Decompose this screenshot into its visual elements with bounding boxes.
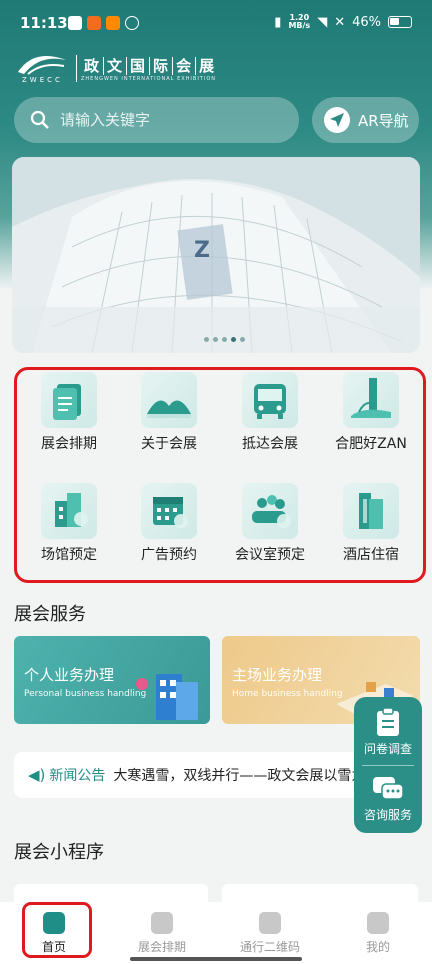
banner-venue-image: Z (12, 157, 420, 353)
search-input[interactable] (60, 111, 280, 129)
svg-text:Z: Z (194, 238, 210, 263)
logo-name-en: ZHENGWEN INTERNATIONAL EXHIBITION (81, 75, 216, 82)
ar-navigation-button[interactable]: AR导航 (312, 97, 419, 143)
venue-icon (141, 372, 197, 428)
taobao-icon (87, 16, 101, 30)
logo-mark-icon: ZWECC (14, 50, 72, 86)
quick-entry-label: 酒店住宿 (343, 547, 399, 563)
quick-entry-item[interactable]: 合肥好ZAN (321, 372, 421, 472)
consult-button[interactable]: 咨询服务 (354, 765, 422, 833)
quick-entry-item[interactable]: 场馆预定 (19, 483, 119, 583)
mini-program-card[interactable] (222, 884, 418, 904)
vibrate-icon: ▮ (274, 14, 282, 30)
quick-entry-item[interactable]: 会议室预定 (220, 483, 320, 583)
quick-entry-label: 广告预约 (141, 547, 197, 563)
quick-entry-label: 合肥好ZAN (335, 436, 407, 452)
quick-entry-item[interactable]: 广告预约 (119, 483, 219, 583)
qrcode-icon (259, 912, 281, 934)
wifi-icon: ◥ (317, 14, 328, 30)
status-bar: 11:13 ▮ 1.20 MB/s ◥ ✕ 46% (0, 0, 432, 48)
logo-name-cn: 政文国际会展 (81, 55, 218, 76)
quick-entry-item[interactable]: 展会排期 (19, 372, 119, 472)
building-icon (41, 483, 97, 539)
profile-icon (367, 912, 389, 934)
shop-icon (106, 16, 120, 30)
quick-entry-item[interactable]: 酒店住宿 (321, 483, 421, 583)
survey-button[interactable]: 问卷调查 (354, 697, 422, 765)
schedule-icon (41, 372, 97, 428)
app-notify-icon (68, 16, 82, 30)
quick-entry-label: 场馆预定 (41, 547, 97, 563)
status-right: ▮ 1.20 MB/s ◥ ✕ 46% (274, 14, 412, 30)
mini-program-card[interactable] (14, 884, 208, 904)
carousel-dot[interactable] (213, 337, 218, 342)
status-time: 11:13 (20, 14, 68, 32)
banner-carousel[interactable]: Z (12, 157, 420, 353)
tab-profile[interactable]: 我的 (324, 902, 432, 964)
ar-navigation-label: AR导航 (358, 111, 409, 130)
schedule-icon (151, 912, 173, 934)
loop-icon (125, 16, 139, 30)
battery-percent: 46% (352, 14, 381, 30)
personal-business-card[interactable]: 个人业务办理 Personal business handling (14, 636, 210, 724)
sim-icon: ✕ (334, 14, 346, 30)
survey-label: 问卷调查 (363, 742, 412, 756)
quick-entry-grid: 展会排期 关于会展 抵达会展 合肥好ZAN 场馆预定 广告预约 会议室预定 酒店住宿 (14, 367, 426, 583)
quick-entry-label: 会议室预定 (235, 547, 305, 563)
speaker-icon: ◀) (28, 766, 46, 784)
carousel-dot[interactable] (240, 337, 245, 342)
quick-entry-item[interactable]: 关于会展 (119, 372, 219, 472)
notice-label: 新闻公告 (49, 768, 106, 784)
notice-text: 大寒遇雪，双线并行——政文会展以雪为 (113, 768, 364, 784)
clipboard-icon (377, 707, 399, 736)
news-notice-bar[interactable]: ◀) 新闻公告 大寒遇雪，双线并行——政文会展以雪为 (14, 752, 364, 798)
carousel-dot[interactable] (231, 337, 236, 342)
carousel-indicator (204, 337, 245, 342)
tab-label: 我的 (365, 940, 390, 954)
home-tab-highlight (22, 902, 92, 958)
hotel-icon (343, 483, 399, 539)
quick-entry-label: 展会排期 (41, 436, 97, 452)
consult-label: 咨询服务 (363, 808, 412, 822)
personal-business-illustration (136, 674, 198, 720)
status-app-icons (68, 16, 139, 30)
carousel-dot[interactable] (222, 337, 227, 342)
city-icon (343, 372, 399, 428)
quick-entry-label: 关于会展 (141, 436, 197, 452)
calendar-icon (141, 483, 197, 539)
bus-icon (242, 372, 298, 428)
app-logo: ZWECC 政文国际会展 ZHENGWEN INTERNATIONAL EXHI… (14, 50, 218, 86)
quick-entry-label: 抵达会展 (242, 436, 298, 452)
chat-bubble-icon (373, 777, 404, 800)
logo-mark-text: ZWECC (22, 76, 63, 84)
search-bar[interactable] (14, 97, 299, 143)
tab-qrcode[interactable]: 通行二维码 (216, 902, 324, 964)
quick-entry-item[interactable]: 抵达会展 (220, 372, 320, 472)
mini-programs-title: 展会小程序 (14, 842, 104, 863)
tab-label: 展会排期 (137, 940, 186, 954)
search-icon (30, 110, 49, 129)
floating-service-panel: 问卷调查 咨询服务 (354, 697, 422, 833)
tab-label: 通行二维码 (239, 940, 300, 954)
gesture-home-indicator[interactable] (130, 957, 302, 961)
battery-icon (388, 16, 412, 28)
meeting-icon (242, 483, 298, 539)
carousel-dot[interactable] (204, 337, 209, 342)
services-title: 展会服务 (14, 604, 86, 625)
tab-schedule[interactable]: 展会排期 (108, 902, 216, 964)
navigation-arrow-icon (324, 107, 350, 133)
network-speed: 1.20 MB/s (288, 13, 311, 30)
